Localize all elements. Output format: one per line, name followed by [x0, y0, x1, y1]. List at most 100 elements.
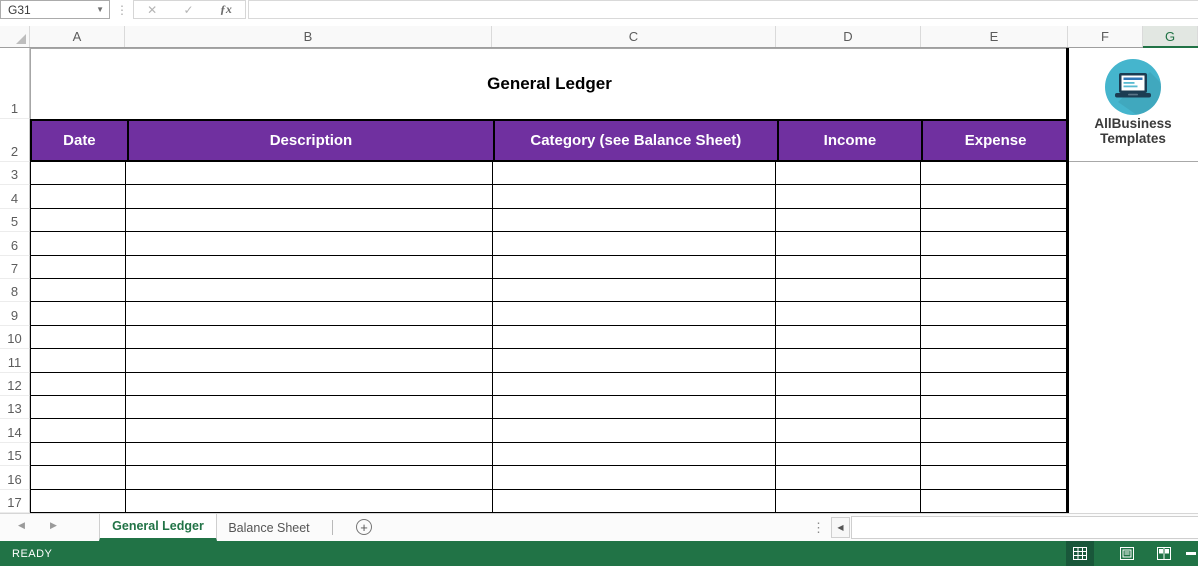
grid-cell[interactable] — [31, 302, 126, 326]
grid-cell[interactable] — [492, 256, 777, 279]
column-header-e[interactable]: E — [921, 26, 1068, 47]
tab-scroll-right-icon[interactable]: ▶ — [50, 520, 57, 531]
grid-cell[interactable] — [125, 373, 493, 396]
grid-cell[interactable] — [31, 443, 126, 466]
grid-cell[interactable] — [776, 349, 922, 373]
grid-cell[interactable] — [492, 209, 777, 232]
tab-balance-sheet[interactable]: Balance Sheet — [217, 514, 321, 541]
column-header-f[interactable]: F — [1068, 26, 1143, 47]
grid-cell[interactable] — [125, 256, 493, 279]
grid-cell[interactable] — [776, 185, 922, 209]
grid-cell[interactable] — [31, 349, 126, 373]
page-layout-view-button[interactable] — [1113, 541, 1141, 566]
row-header-11[interactable]: 11 — [0, 349, 30, 373]
grid-cell[interactable] — [776, 443, 922, 466]
grid-cell[interactable] — [492, 373, 777, 396]
table-header-cell[interactable]: Income — [776, 121, 922, 160]
table-header-cell[interactable]: Date — [32, 121, 127, 160]
column-header-c[interactable]: C — [492, 26, 776, 47]
grid-cell[interactable] — [31, 396, 126, 419]
row-header-7[interactable]: 7 — [0, 256, 30, 279]
grid-cell[interactable] — [125, 490, 493, 513]
grid-cell[interactable] — [125, 396, 493, 419]
grid-cell[interactable] — [31, 419, 126, 443]
grid-cell[interactable] — [125, 466, 493, 490]
grid-cell[interactable] — [492, 232, 777, 256]
table-header-cell[interactable]: Description — [126, 121, 493, 160]
row-header-17[interactable]: 17 — [0, 490, 30, 513]
grid-cell[interactable] — [921, 232, 1068, 256]
grid-cell[interactable] — [31, 490, 126, 513]
grid-cell[interactable] — [921, 302, 1068, 326]
grid-cell[interactable] — [492, 326, 777, 349]
grid-cell[interactable] — [492, 490, 777, 513]
grid-cell[interactable] — [921, 466, 1068, 490]
grid-cell[interactable] — [31, 326, 126, 349]
grid-cell[interactable] — [776, 466, 922, 490]
horizontal-scrollbar[interactable] — [851, 516, 1198, 539]
sheet-title-cell[interactable]: General Ledger — [30, 48, 1068, 119]
grid-cell[interactable] — [492, 396, 777, 419]
grid-cell[interactable] — [921, 162, 1068, 185]
grid-cell[interactable] — [125, 232, 493, 256]
grid-cell[interactable] — [776, 373, 922, 396]
page-break-preview-button[interactable] — [1150, 541, 1178, 566]
grid-cell[interactable] — [492, 419, 777, 443]
formula-input[interactable] — [248, 0, 1198, 19]
row-header-9[interactable]: 9 — [0, 302, 30, 326]
cancel-icon[interactable]: ✕ — [147, 3, 157, 17]
grid-cell[interactable] — [776, 279, 922, 302]
column-header-b[interactable]: B — [125, 26, 492, 47]
row-header-3[interactable]: 3 — [0, 162, 30, 185]
grid-cell[interactable] — [921, 185, 1068, 209]
grid-cell[interactable] — [921, 349, 1068, 373]
grid-cell[interactable] — [921, 256, 1068, 279]
grid-cell[interactable] — [921, 396, 1068, 419]
scrollbar-resize-handle-icon[interactable]: ⋮ — [812, 518, 825, 538]
row-header-10[interactable]: 10 — [0, 326, 30, 349]
grid-cell[interactable] — [492, 443, 777, 466]
insert-function-icon[interactable]: ƒx — [220, 2, 232, 17]
select-all-corner[interactable] — [0, 26, 30, 47]
grid-cell[interactable] — [776, 209, 922, 232]
row-header-1[interactable]: 1 — [0, 48, 30, 119]
table-header-cell[interactable]: Expense — [921, 121, 1068, 160]
grid-cell[interactable] — [125, 302, 493, 326]
add-sheet-button[interactable]: + — [356, 519, 372, 535]
name-box-dropdown-icon[interactable]: ▼ — [96, 5, 104, 14]
grid-cell[interactable] — [492, 302, 777, 326]
grid-cell[interactable] — [776, 490, 922, 513]
name-box[interactable]: G31 ▼ — [0, 0, 110, 19]
grid-cell[interactable] — [31, 185, 126, 209]
normal-view-button[interactable] — [1066, 541, 1094, 566]
grid-cell[interactable] — [776, 232, 922, 256]
grid-cell[interactable] — [776, 256, 922, 279]
grid-cell[interactable] — [921, 443, 1068, 466]
grid-cell[interactable] — [31, 232, 126, 256]
grid-cell[interactable] — [776, 162, 922, 185]
row-header-2[interactable]: 2 — [0, 119, 30, 162]
grid-cell[interactable] — [776, 326, 922, 349]
grid-cell[interactable] — [492, 185, 777, 209]
zoom-out-icon[interactable] — [1186, 552, 1196, 555]
grid-cell[interactable] — [125, 185, 493, 209]
grid-cell[interactable] — [492, 466, 777, 490]
column-header-d[interactable]: D — [776, 26, 921, 47]
enter-icon[interactable]: ✓ — [183, 3, 193, 17]
table-header-cell[interactable]: Category (see Balance Sheet) — [493, 121, 776, 160]
grid-cell[interactable] — [31, 279, 126, 302]
hscroll-left-button[interactable]: ◀ — [831, 517, 850, 538]
row-header-16[interactable]: 16 — [0, 466, 30, 490]
grid-cell[interactable] — [125, 349, 493, 373]
grid-cell[interactable] — [921, 419, 1068, 443]
grid-cell[interactable] — [492, 162, 777, 185]
grid-cell[interactable] — [31, 373, 126, 396]
grid-cell[interactable] — [125, 443, 493, 466]
row-header-15[interactable]: 15 — [0, 443, 30, 466]
row-header-6[interactable]: 6 — [0, 232, 30, 256]
grid-cell[interactable] — [31, 209, 126, 232]
allbusiness-templates-logo[interactable]: AllBusiness Templates — [1068, 48, 1198, 158]
row-header-5[interactable]: 5 — [0, 209, 30, 232]
grid-cell[interactable] — [125, 419, 493, 443]
column-header-g[interactable]: G — [1143, 26, 1198, 47]
